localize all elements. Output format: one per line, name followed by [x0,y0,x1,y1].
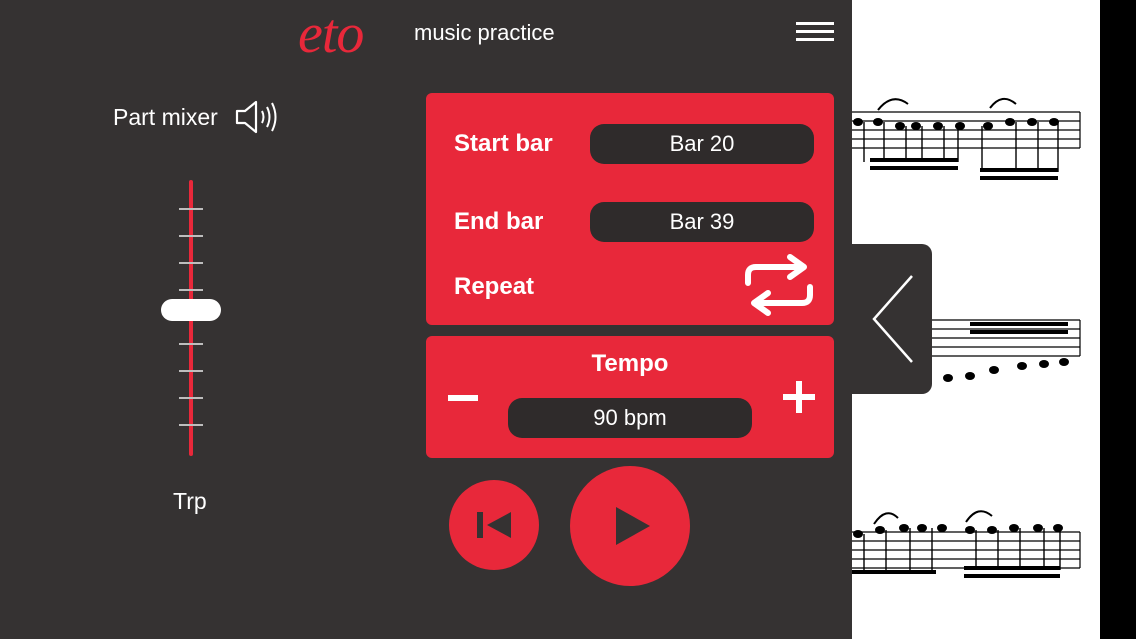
repeat-loop-icon[interactable] [742,253,816,317]
eto-logo: eto [298,3,364,65]
slider-tick [179,262,203,264]
tempo-title: Tempo [591,350,669,377]
app-subtitle: music practice [414,20,555,45]
slider-tick [179,397,203,399]
hamburger-menu-icon[interactable] [796,20,834,42]
slider-tick [179,370,203,372]
slider-tick [179,208,203,210]
end-bar-label: End bar [454,208,544,235]
minus-icon[interactable] [446,382,480,416]
volume-slider-thumb[interactable] [161,298,221,321]
rewind-button[interactable] [449,480,539,570]
plus-icon[interactable] [781,379,817,415]
bar-range-card: Start bar Bar 20 End bar Bar 39 Repeat [426,93,834,325]
tempo-value-field[interactable]: 90 bpm [508,398,752,438]
repeat-label: Repeat [454,273,535,300]
end-bar-field[interactable]: Bar 39 [590,202,814,242]
part-label: Trp [173,488,207,514]
volume-slider[interactable] [158,176,224,460]
start-bar-label: Start bar [454,130,553,157]
slider-tick [179,424,203,426]
speaker-volume-icon[interactable] [234,98,282,136]
slider-tick [179,343,203,345]
play-button[interactable] [570,466,690,586]
score-toggle-button[interactable] [852,244,932,394]
start-bar-field[interactable]: Bar 20 [590,124,814,164]
app-window: eto music practice Part mixer Trp Start … [0,0,1136,639]
part-mixer-title: Part mixer [113,104,218,130]
play-icon [616,507,650,545]
slider-tick [179,235,203,237]
control-panel: eto music practice Part mixer Trp Start … [0,0,852,639]
chevron-left-icon [872,275,913,363]
tempo-card: Tempo 90 bpm [426,336,834,458]
skip-to-start-icon [477,512,511,538]
screen-edge [1100,0,1136,639]
slider-tick [179,289,203,291]
